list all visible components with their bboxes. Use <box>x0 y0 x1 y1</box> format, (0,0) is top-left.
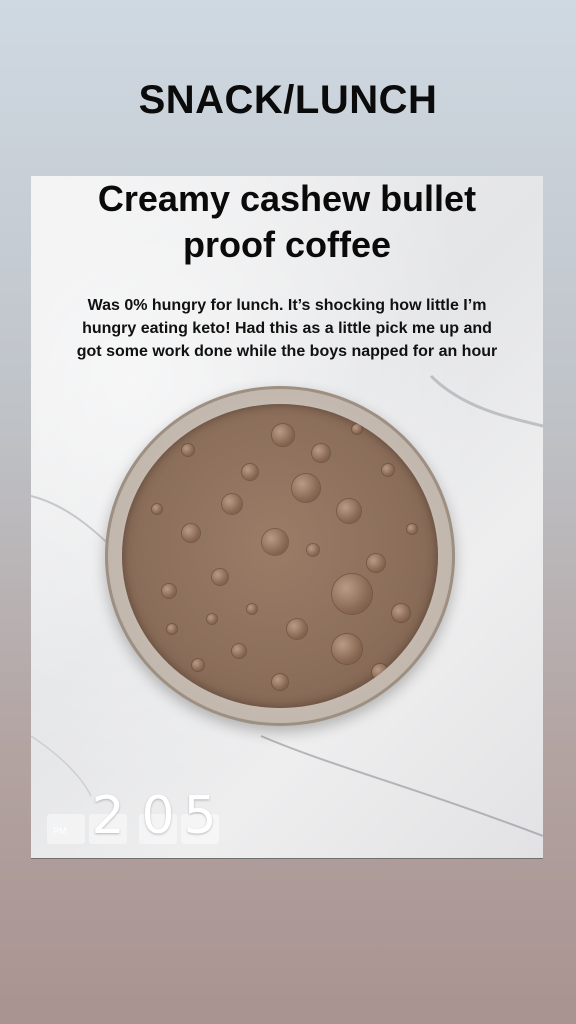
post-title: Creamy cashew bullet proof coffee <box>31 176 543 268</box>
caption-line: Was 0% hungry for lunch. It’s shocking h… <box>87 297 487 314</box>
post-caption: Was 0% hungry for lunch. It’s shocking h… <box>31 294 543 363</box>
clock-ampm: PM <box>53 826 67 836</box>
time-sticker: PM 2 0 5 <box>47 788 247 844</box>
coffee-photo: Creamy cashew bullet proof coffee Was 0%… <box>31 176 543 859</box>
clock-minute-tens: 0 <box>141 786 175 846</box>
page-title: SNACK/LUNCH <box>138 78 438 122</box>
clock-hour: 2 <box>91 786 125 846</box>
caption-line: hungry eating keto! Had this as a little… <box>82 320 492 337</box>
coffee-foam <box>122 404 438 708</box>
caption-line: got some work done while the boys napped… <box>76 343 498 360</box>
post-title-line: Creamy cashew bullet <box>97 178 477 219</box>
clock-minute-ones: 5 <box>183 786 217 846</box>
post-title-line: proof coffee <box>182 224 391 265</box>
coffee-mug <box>105 386 455 726</box>
